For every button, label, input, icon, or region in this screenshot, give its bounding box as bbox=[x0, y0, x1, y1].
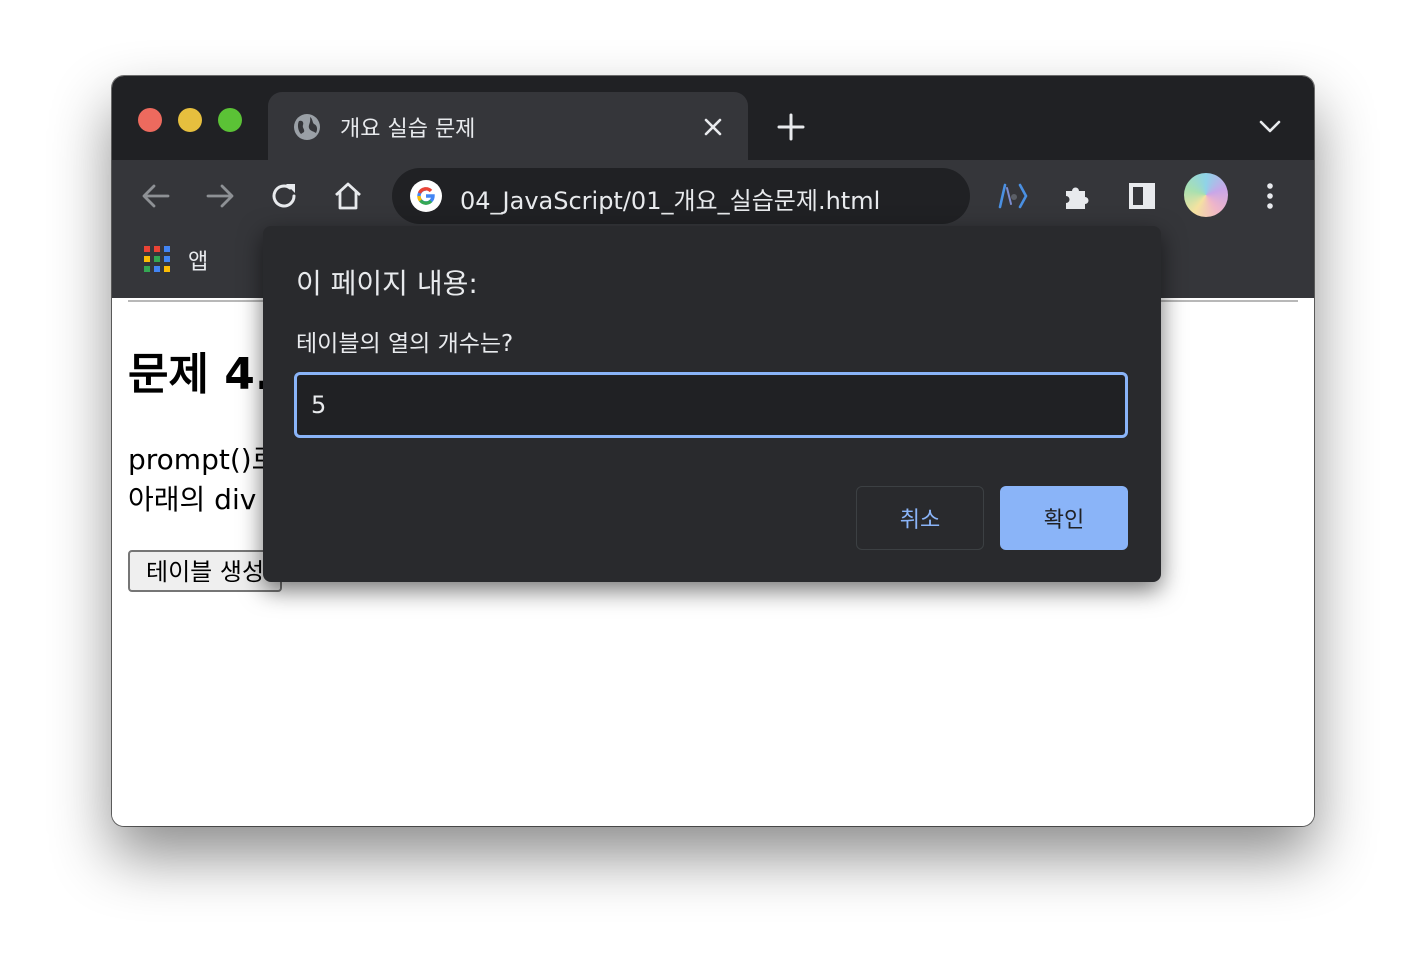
close-window-button[interactable] bbox=[138, 108, 162, 132]
back-arrow-icon[interactable] bbox=[139, 179, 173, 213]
dialog-title: 이 페이지 내용: bbox=[296, 267, 478, 300]
create-table-button[interactable]: 테이블 생성 bbox=[128, 550, 283, 592]
prompt-input[interactable] bbox=[294, 372, 1128, 438]
globe-icon bbox=[294, 114, 320, 140]
cancel-button[interactable]: 취소 bbox=[856, 486, 984, 550]
tab-strip: 개요 실습 문제 bbox=[112, 76, 1314, 160]
puzzle-extensions-icon[interactable] bbox=[1061, 179, 1095, 213]
reload-icon[interactable] bbox=[267, 179, 301, 213]
tab-title: 개요 실습 문제 bbox=[340, 117, 476, 142]
address-bar[interactable]: 04_JavaScript/01_개요_실습문제.html bbox=[392, 168, 970, 224]
apps-grid-icon[interactable] bbox=[144, 246, 170, 272]
paragraph-line-1: prompt()로 bbox=[128, 443, 278, 476]
home-icon[interactable] bbox=[331, 179, 365, 213]
side-panel-icon[interactable] bbox=[1125, 179, 1159, 213]
maximize-window-button[interactable] bbox=[218, 108, 242, 132]
close-icon[interactable] bbox=[702, 116, 724, 138]
dialog-message: 테이블의 열의 개수는? bbox=[296, 331, 514, 357]
prompt-dialog: 이 페이지 내용: 테이블의 열의 개수는? 취소 확인 bbox=[263, 226, 1161, 582]
ok-button[interactable]: 확인 bbox=[1000, 486, 1128, 550]
minimize-window-button[interactable] bbox=[178, 108, 202, 132]
tab-active[interactable]: 개요 실습 문제 bbox=[268, 92, 748, 160]
page-heading: 문제 4. bbox=[128, 349, 272, 400]
google-logo-icon bbox=[410, 180, 442, 212]
chevron-down-icon[interactable] bbox=[1258, 116, 1282, 136]
url-text: 04_JavaScript/01_개요_실습문제.html bbox=[460, 187, 881, 215]
new-tab-plus-icon[interactable] bbox=[776, 112, 806, 142]
page-paragraph: prompt()로 아래의 div bbox=[128, 440, 277, 520]
profile-avatar[interactable] bbox=[1184, 173, 1228, 217]
toolbar: 04_JavaScript/01_개요_실습문제.html bbox=[112, 160, 1314, 234]
kebab-menu-icon[interactable] bbox=[1253, 179, 1287, 213]
forward-arrow-icon[interactable] bbox=[203, 179, 237, 213]
bookmark-apps-label[interactable]: 앱 bbox=[188, 244, 208, 276]
redux-devtools-extension-icon[interactable] bbox=[996, 179, 1030, 213]
paragraph-line-2: 아래의 div bbox=[128, 483, 257, 516]
